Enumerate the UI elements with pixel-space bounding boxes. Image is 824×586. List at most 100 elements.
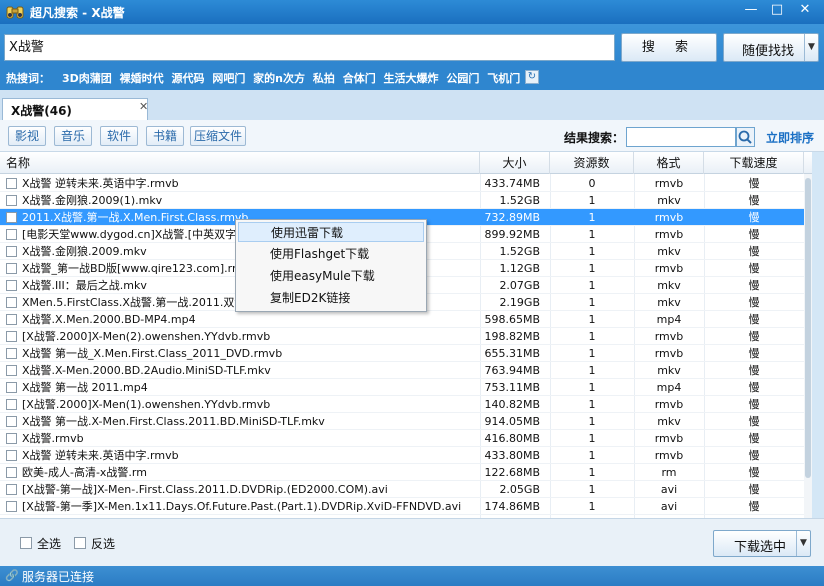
search-input[interactable]: X战警 [4,34,615,61]
filter-software-button[interactable]: 软件 [100,126,138,146]
row-checkbox[interactable] [6,382,17,393]
close-icon[interactable]: ✕ [139,100,148,113]
download-selected-button[interactable]: 下载选中 ▼ [713,530,811,557]
column-header-format[interactable]: 格式 [634,152,704,174]
row-checkbox[interactable] [6,263,17,274]
menu-item-thunder-download[interactable]: 使用迅雷下载 [238,222,424,242]
select-all-checkbox[interactable] [20,537,32,549]
table-row[interactable]: X战警 第一战.X-Men.First.Class.2011.BD.MiniSD… [0,413,804,430]
hot-keyword[interactable]: 生活大爆炸 [384,72,439,85]
row-checkbox[interactable] [6,212,17,223]
row-format-cell: rmvb [654,330,684,343]
table-row[interactable]: X战警.金刚狼.2009(1).mkv 1.52GB 1 mkv 慢 [0,192,804,209]
table-row[interactable]: [X战警.2000]X-Men(1).owenshen.YYdvb.rmvb 14… [0,396,804,413]
row-size-cell: 732.89MB [484,211,540,224]
row-name-cell: X战警.X.Men.2000.BD-MP4.mp4 [22,313,196,326]
row-name-cell: X战警 逆转未来.英语中字.rmvb [22,177,179,190]
hot-keyword[interactable]: 合体门 [343,72,376,85]
hot-keyword[interactable]: 飞机门 [487,72,520,85]
table-row[interactable]: [X战警-第一战]X-Men-.First.Class.2011.D.DVDRi… [0,481,804,498]
table-row[interactable]: [X战警.2000]X-Men(2).owenshen.YYdvb.rmvb 19… [0,328,804,345]
table-row[interactable]: X战警 第一战_X.Men.First.Class_2011_DVD.rmvb 6… [0,345,804,362]
results-table: 名称 大小 资源数 格式 下载速度 X战警 逆转未来.英语中字.rmvb 433.… [0,152,812,518]
row-checkbox[interactable] [6,501,17,512]
column-header-size[interactable]: 大小 [480,152,550,174]
vertical-scrollbar[interactable] [804,174,812,518]
table-row[interactable]: X战警 逆转未来.英语中字.rmvb 433.74MB 0 rmvb 慢 [0,175,804,192]
table-row[interactable]: X战警 逆转未来.英语中字.rmvb 433.80MB 1 rmvb 慢 [0,447,804,464]
maximize-icon[interactable]: □ [764,0,790,20]
row-checkbox[interactable] [6,314,17,325]
result-search-button[interactable] [736,127,755,147]
column-header-speed[interactable]: 下载速度 [704,152,804,174]
hot-keyword[interactable]: 家的n次方 [253,72,305,85]
tab-results[interactable]: X战警(46) ✕ [2,98,148,120]
tab-strip: X战警(46) ✕ [0,90,824,120]
filter-books-button[interactable]: 书籍 [146,126,184,146]
hot-keyword[interactable]: 网吧门 [212,72,245,85]
row-checkbox[interactable] [6,178,17,189]
row-sources-cell: 1 [588,466,596,479]
column-header-name[interactable]: 名称 [0,152,480,174]
chevron-down-icon[interactable]: ▼ [804,34,818,61]
row-checkbox[interactable] [6,246,17,257]
invert-selection-checkbox[interactable] [74,537,86,549]
row-checkbox[interactable] [6,450,17,461]
app-window: 超凡搜索 - X战警 — □ ✕ X战警 搜 索 随便找找 ▼ 热搜词： 3D肉… [0,0,824,586]
row-size-cell: 1.52GB [499,245,540,258]
row-checkbox[interactable] [6,331,17,342]
table-row[interactable]: X战警.X.Men.2000.BD-MP4.mp4 598.65MB 1 mp4 慢 [0,311,804,328]
row-checkbox[interactable] [6,229,17,240]
row-checkbox[interactable] [6,433,17,444]
hot-keyword[interactable]: 源代码 [171,72,204,85]
hot-keyword[interactable]: 裸婚时代 [120,72,164,85]
minimize-icon[interactable]: — [738,0,764,20]
filter-archives-button[interactable]: 压缩文件 [190,126,246,146]
search-button[interactable]: 搜 索 [621,33,717,62]
hot-keyword[interactable]: 3D肉蒲团 [62,72,112,85]
table-row[interactable]: 欧美-成人-高清-x战警.rm 122.68MB 1 rm 慢 [0,464,804,481]
select-all-label[interactable]: 全选 [37,535,61,552]
menu-item-copy-ed2k[interactable]: 复制ED2K链接 [238,288,424,308]
hot-keyword[interactable]: 公园门 [446,72,479,85]
close-window-icon[interactable]: ✕ [792,0,818,20]
menu-item-flashget-download[interactable]: 使用Flashget下载 [238,244,424,264]
row-format-cell: mkv [657,279,681,292]
column-header-sources[interactable]: 资源数 [550,152,634,174]
row-checkbox[interactable] [6,467,17,478]
result-search-input[interactable] [626,127,736,147]
random-search-button[interactable]: 随便找找 ▼ [723,33,819,62]
row-speed-cell: 慢 [748,432,760,445]
table-row[interactable]: X战警.X-Men.2000.BD.2Audio.MiniSD-TLF.mkv 7… [0,362,804,379]
row-checkbox[interactable] [6,348,17,359]
context-menu: 使用迅雷下载 使用Flashget下载 使用easyMule下载 复制ED2K链… [235,219,427,312]
row-checkbox[interactable] [6,195,17,206]
chevron-down-icon[interactable]: ▼ [796,531,810,556]
refresh-icon[interactable]: ↻ [525,70,539,84]
filter-music-button[interactable]: 音乐 [54,126,92,146]
menu-item-easymule-download[interactable]: 使用easyMule下载 [238,266,424,286]
hot-keyword[interactable]: 私拍 [313,72,335,85]
row-format-cell: mp4 [656,381,682,394]
row-checkbox[interactable] [6,365,17,376]
row-checkbox[interactable] [6,484,17,495]
table-row[interactable]: X战警 第一战 2011.mp4 753.11MB 1 mp4 慢 [0,379,804,396]
row-speed-cell: 慢 [748,415,760,428]
row-checkbox[interactable] [6,399,17,410]
row-speed-cell: 慢 [748,347,760,360]
status-bar: 🔗 服务器已连接 [0,566,824,586]
row-format-cell: rm [661,466,677,479]
row-format-cell: rmvb [654,398,684,411]
row-checkbox[interactable] [6,416,17,427]
invert-selection-label[interactable]: 反选 [91,535,115,552]
scrollbar-thumb[interactable] [805,178,811,478]
table-row[interactable]: X战警.rmvb 416.80MB 1 rmvb 慢 [0,430,804,447]
bottom-bar: 全选 反选 下载选中 ▼ [0,518,824,566]
sort-now-link[interactable]: 立即排序 [766,129,814,146]
filter-video-button[interactable]: 影视 [8,126,46,146]
row-checkbox[interactable] [6,280,17,291]
row-sources-cell: 1 [588,279,596,292]
row-checkbox[interactable] [6,297,17,308]
row-size-cell: 122.68MB [484,466,540,479]
table-row[interactable]: [X战警-第一季]X-Men.1x11.Days.Of.Future.Past.… [0,498,804,515]
